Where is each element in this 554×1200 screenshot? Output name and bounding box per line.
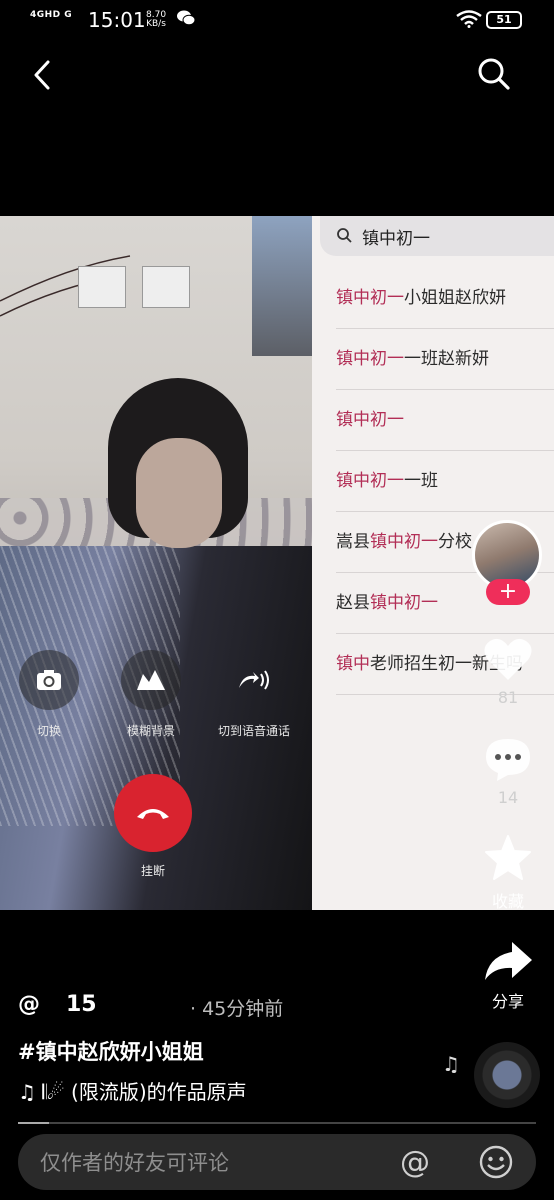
- at-mention-icon[interactable]: @: [398, 1146, 432, 1180]
- star-icon: [485, 835, 531, 880]
- search-icon[interactable]: [476, 56, 512, 92]
- share-arrow-icon: [485, 942, 532, 980]
- comment-input[interactable]: [38, 1134, 422, 1192]
- switch-camera-button[interactable]: 切换: [16, 650, 82, 739]
- search-icon: [337, 228, 352, 243]
- search-query-bar[interactable]: 镇中初一: [320, 216, 554, 256]
- chevron-left-icon[interactable]: [28, 58, 60, 92]
- wall-outlets: [78, 258, 190, 310]
- blur-background-label: 模糊背景: [126, 724, 175, 738]
- comment-count: 14: [497, 788, 519, 807]
- search-query-text: 镇中初一: [362, 229, 430, 249]
- comment-bar: [18, 1134, 536, 1192]
- post-title[interactable]: #镇中赵欣妍小姐姐: [18, 1036, 204, 1066]
- like-count: 81: [497, 688, 519, 707]
- heart-icon: [484, 638, 532, 680]
- switch-to-voice-button[interactable]: 切到语音通话: [204, 650, 304, 739]
- favorite-button[interactable]: 收藏: [478, 834, 538, 912]
- share-button[interactable]: 分享: [478, 940, 538, 1012]
- music-info[interactable]: ♫ 𝄃☄ (限流版)的作品原声: [18, 1076, 247, 1105]
- suggestion-item[interactable]: 镇中初一小姐姐赵欣妍: [336, 268, 554, 329]
- self-view-thumbnail[interactable]: [252, 216, 312, 356]
- clock: 15:01: [88, 8, 146, 32]
- wifi-icon: [456, 10, 482, 28]
- favorite-label: 收藏: [491, 892, 524, 911]
- comment-button[interactable]: 14: [478, 736, 538, 807]
- hangup-button[interactable]: 挂断: [108, 774, 198, 879]
- network-speed: 8.70 KB/s: [146, 10, 167, 29]
- author-name[interactable]: 15: [66, 992, 97, 1017]
- post-time: · 45分钟前: [190, 998, 284, 1020]
- follow-button[interactable]: +: [486, 579, 530, 605]
- music-note-icon: ♫: [442, 1052, 460, 1076]
- switch-camera-label: 切换: [36, 724, 61, 738]
- blur-background-button[interactable]: 模糊背景: [118, 650, 184, 739]
- author-at-symbol[interactable]: @: [18, 992, 40, 1017]
- suggestion-item[interactable]: 镇中初一一班: [336, 451, 554, 512]
- status-bar: 4GHD G 15:01 8.70 KB/s 51: [0, 0, 554, 44]
- like-button[interactable]: 81: [478, 636, 538, 707]
- camera-switch-icon: [19, 650, 79, 710]
- hangup-label: 挂断: [140, 864, 165, 878]
- emoji-icon[interactable]: [478, 1144, 514, 1180]
- battery-indicator: 51: [486, 11, 522, 29]
- voice-call-icon: [224, 650, 284, 710]
- share-label: 分享: [491, 992, 524, 1011]
- video-call-scene: 切换 模糊背景 切到语音通话 挂断: [0, 216, 312, 910]
- music-disc[interactable]: [474, 1042, 540, 1108]
- comment-bubble-icon: [486, 739, 530, 781]
- network-indicator: 4GHD G: [30, 10, 73, 20]
- wechat-icon: [177, 10, 196, 26]
- phone-hangup-icon: [114, 774, 192, 852]
- person-face: [136, 438, 222, 548]
- video-player[interactable]: 切换 模糊背景 切到语音通话 挂断 镇中初一 镇中初一小姐姐赵欣妍 镇中初一一班…: [0, 216, 554, 910]
- suggestion-item[interactable]: 镇中初一: [336, 390, 554, 451]
- video-progress-bar[interactable]: [18, 1122, 536, 1124]
- suggestion-item[interactable]: 镇中初一一班赵新妍: [336, 329, 554, 390]
- switch-to-voice-label: 切到语音通话: [217, 724, 290, 738]
- blur-background-icon: [121, 650, 181, 710]
